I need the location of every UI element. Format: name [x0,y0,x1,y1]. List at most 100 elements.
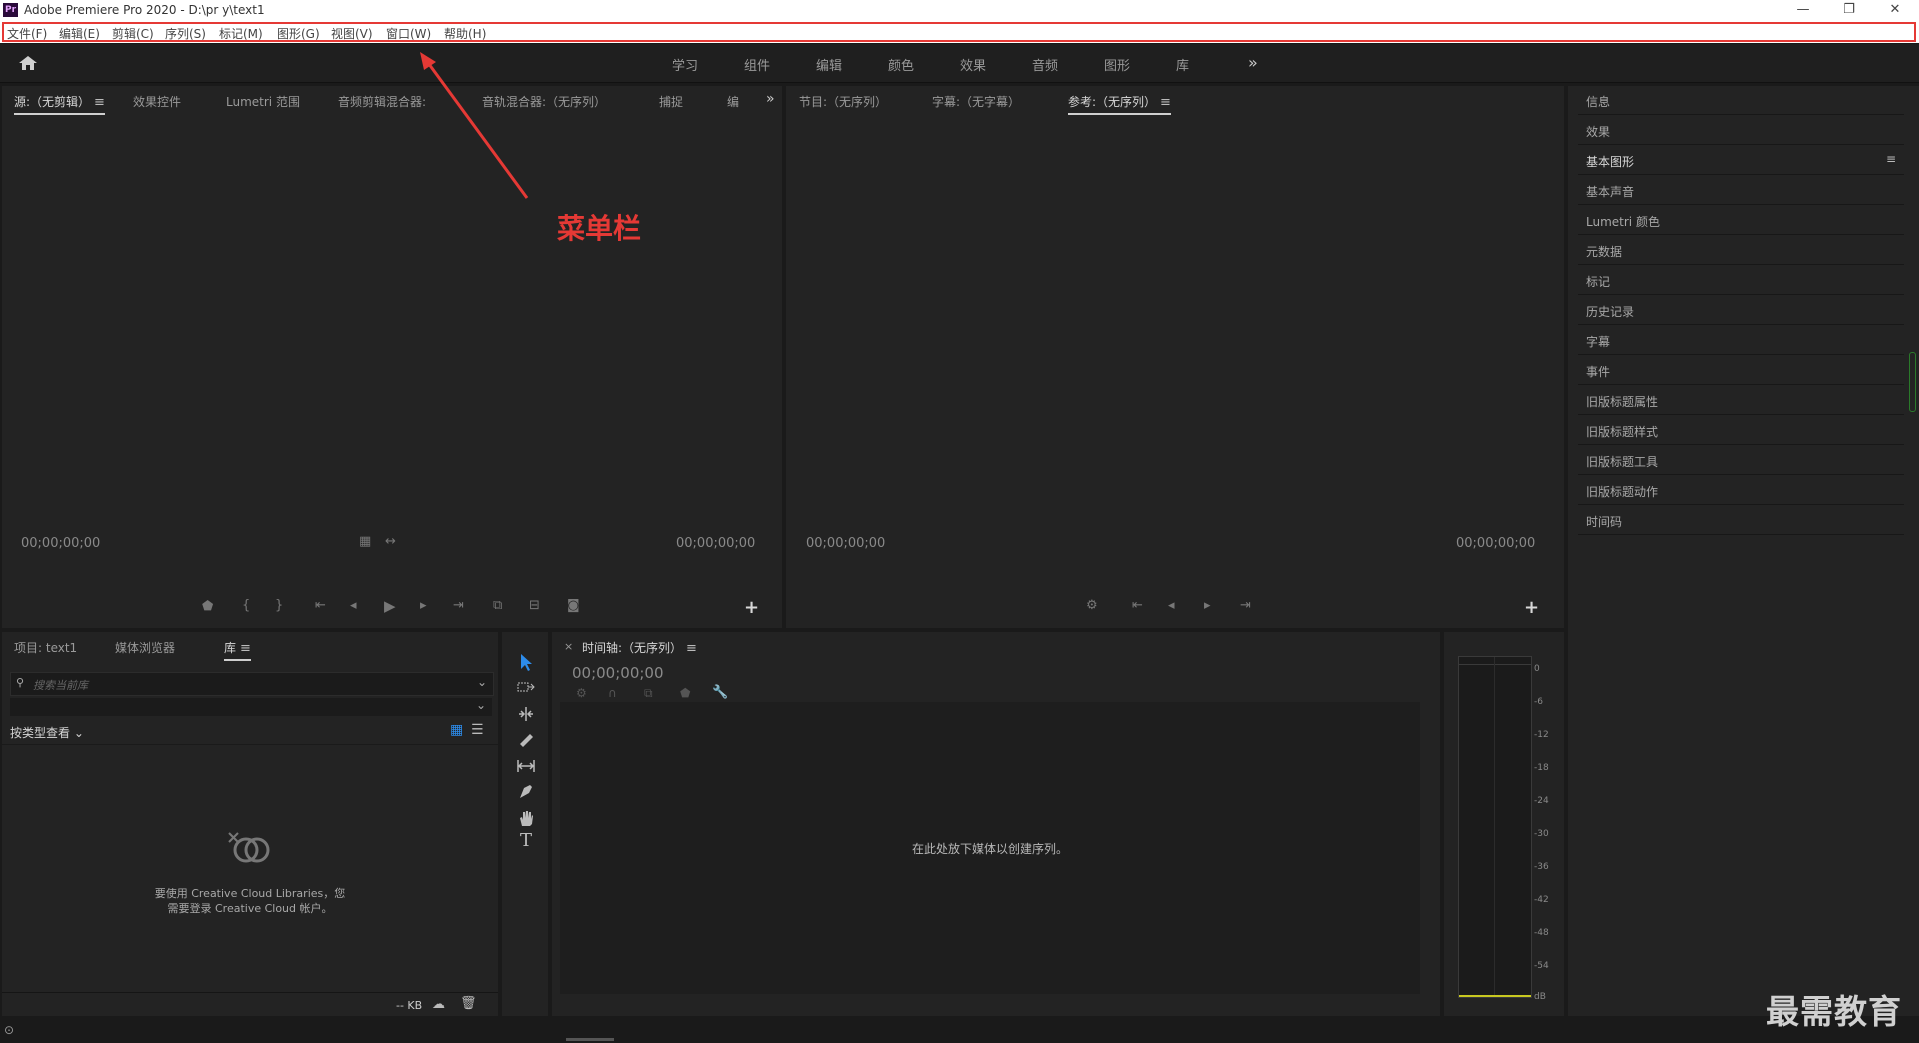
step-forward-icon[interactable]: ▸ [1204,598,1211,613]
menu-edit[interactable]: 编辑(E) [59,25,100,42]
mark-in-icon[interactable]: { [242,598,250,613]
go-to-in-icon[interactable]: ⇤ [315,598,326,613]
selection-tool-icon[interactable] [516,652,536,672]
menu-window[interactable]: 窗口(W) [386,25,431,42]
workspace-audio[interactable]: 音频 [1032,55,1058,74]
tab-libraries[interactable]: 库 ≡ [224,639,251,661]
list-view-icon[interactable]: ☰ [471,722,484,738]
panel-events[interactable]: 事件 [1578,356,1904,385]
restore-button[interactable]: ❐ [1826,0,1872,21]
workspace-editing[interactable]: 编辑 [816,55,842,74]
step-forward-icon[interactable]: ▸ [420,598,427,613]
tab-captions[interactable]: 字幕:（无字幕） [932,93,1020,110]
resolution-icon[interactable]: ↔ [385,534,396,549]
panel-info[interactable]: 信息 [1578,86,1904,115]
trash-icon[interactable]: 🗑 [460,996,477,1011]
source-timecode-current[interactable]: 00;00;00;00 [21,536,100,551]
go-to-in-icon[interactable]: ⇤ [1132,598,1143,613]
grid-view-icon[interactable]: ▦ [450,722,463,738]
workspace-libraries[interactable]: 库 [1176,55,1189,74]
tab-program[interactable]: 节目:（无序列） [799,93,887,110]
minimize-button[interactable]: — [1780,0,1826,21]
play-icon[interactable]: ▶ [384,597,396,615]
tab-lumetri-scopes[interactable]: Lumetri 范围 [226,93,300,110]
type-tool-icon[interactable]: T [516,830,536,851]
nest-icon[interactable]: ⚙ [576,686,587,700]
panel-timecode[interactable]: 时间码 [1578,506,1904,535]
panel-essential-sound[interactable]: 基本声音 [1578,176,1904,205]
panel-menu-icon[interactable]: ≡ [94,95,105,110]
chevron-down-icon[interactable]: ⌄ [477,675,487,689]
panel-markers[interactable]: 标记 [1578,266,1904,295]
workspace-assembly[interactable]: 组件 [744,55,770,74]
tab-media-browser[interactable]: 媒体浏览器 [115,639,175,656]
fit-dropdown-icon[interactable]: ▦ [359,534,371,549]
close-tab-icon[interactable]: × [564,640,573,653]
step-back-icon[interactable]: ◂ [1168,598,1175,613]
export-frame-icon[interactable]: ◙ [567,598,580,613]
mark-out-icon[interactable]: } [275,598,283,613]
menu-help[interactable]: 帮助(H) [444,25,486,42]
pen-tool-icon[interactable] [516,782,536,802]
snap-icon[interactable]: ∩ [608,686,617,700]
workspace-graphics[interactable]: 图形 [1104,55,1130,74]
tab-audio-track-mixer[interactable]: 音轨混合器:（无序列） [482,93,606,110]
settings-icon[interactable]: ⚙ [1086,598,1098,613]
close-window-button[interactable]: ✕ [1872,0,1918,21]
menu-graphics[interactable]: 图形(G) [277,25,320,42]
view-by-type-dropdown[interactable]: 按类型查看 ⌄ [10,724,84,741]
menu-sequence[interactable]: 序列(S) [165,25,206,42]
status-icon[interactable]: ⊙ [4,1023,14,1037]
panel-essential-graphics[interactable]: 基本图形 ≡ [1578,146,1904,175]
panel-menu-icon[interactable]: ≡ [240,641,251,656]
workspace-learn[interactable]: 学习 [672,55,698,74]
tabs-overflow-button[interactable]: » [766,91,775,107]
panel-legacy-title-actions[interactable]: 旧版标题动作 [1578,476,1904,505]
tab-source[interactable]: 源:（无剪辑） ≡ [14,93,105,115]
button-editor-plus-button[interactable]: + [744,597,759,618]
panel-menu-icon[interactable]: ≡ [1886,152,1896,166]
menu-view[interactable]: 视图(V) [331,25,373,42]
go-to-out-icon[interactable]: ⇥ [453,598,464,613]
menu-file[interactable]: 文件(F) [7,25,47,42]
panel-lumetri-color[interactable]: Lumetri 颜色 [1578,206,1904,235]
timeline-timecode[interactable]: 00;00;00;00 [572,664,664,682]
workspace-color[interactable]: 颜色 [888,55,914,74]
panel-effects[interactable]: 效果 [1578,116,1904,145]
panel-metadata[interactable]: 元数据 [1578,236,1904,265]
ripple-edit-tool-icon[interactable] [516,704,536,724]
tab-reference[interactable]: 参考:（无序列） ≡ [1068,93,1171,115]
scroll-indicator[interactable] [1909,352,1916,412]
step-back-icon[interactable]: ◂ [350,598,357,613]
add-marker-icon[interactable]: ⬟ [202,599,213,614]
panel-legacy-title-properties[interactable]: 旧版标题属性 [1578,386,1904,415]
overwrite-icon[interactable]: ⊟ [529,598,540,613]
menu-marker[interactable]: 标记(M) [219,25,263,42]
add-marker-icon[interactable]: ⬟ [680,686,690,700]
wrench-icon[interactable]: 🔧 [712,685,728,700]
tab-project[interactable]: 项目: text1 [14,639,77,656]
program-timecode-current[interactable]: 00;00;00;00 [806,536,885,551]
linked-selection-icon[interactable]: ⧉ [644,686,653,701]
panel-legacy-title-styles[interactable]: 旧版标题样式 [1578,416,1904,445]
panel-history[interactable]: 历史记录 [1578,296,1904,325]
panel-menu-icon[interactable]: ≡ [686,641,697,656]
menu-clip[interactable]: 剪辑(C) [112,25,154,42]
track-select-tool-icon[interactable] [516,678,536,698]
workspace-overflow-button[interactable]: » [1248,53,1258,72]
panel-captions[interactable]: 字幕 [1578,326,1904,355]
panel-resize-handle[interactable] [566,1038,614,1041]
go-to-out-icon[interactable]: ⇥ [1240,598,1251,613]
panel-legacy-title-tools[interactable]: 旧版标题工具 [1578,446,1904,475]
home-icon[interactable] [18,55,38,71]
tab-audio-clip-mixer[interactable]: 音频剪辑混合器: [338,93,426,110]
hand-tool-icon[interactable] [516,808,536,828]
timeline-drop-area[interactable]: 在此处放下媒体以创建序列。 [560,702,1420,994]
button-editor-plus-button[interactable]: + [1524,597,1539,618]
insert-icon[interactable]: ⧉ [493,598,502,613]
slip-tool-icon[interactable] [516,756,536,776]
tab-capture[interactable]: 捕捉 [659,93,683,110]
cloud-sync-icon[interactable]: ☁ [432,997,445,1012]
chevron-down-icon[interactable]: ⌄ [476,698,486,712]
razor-tool-icon[interactable] [516,730,536,750]
